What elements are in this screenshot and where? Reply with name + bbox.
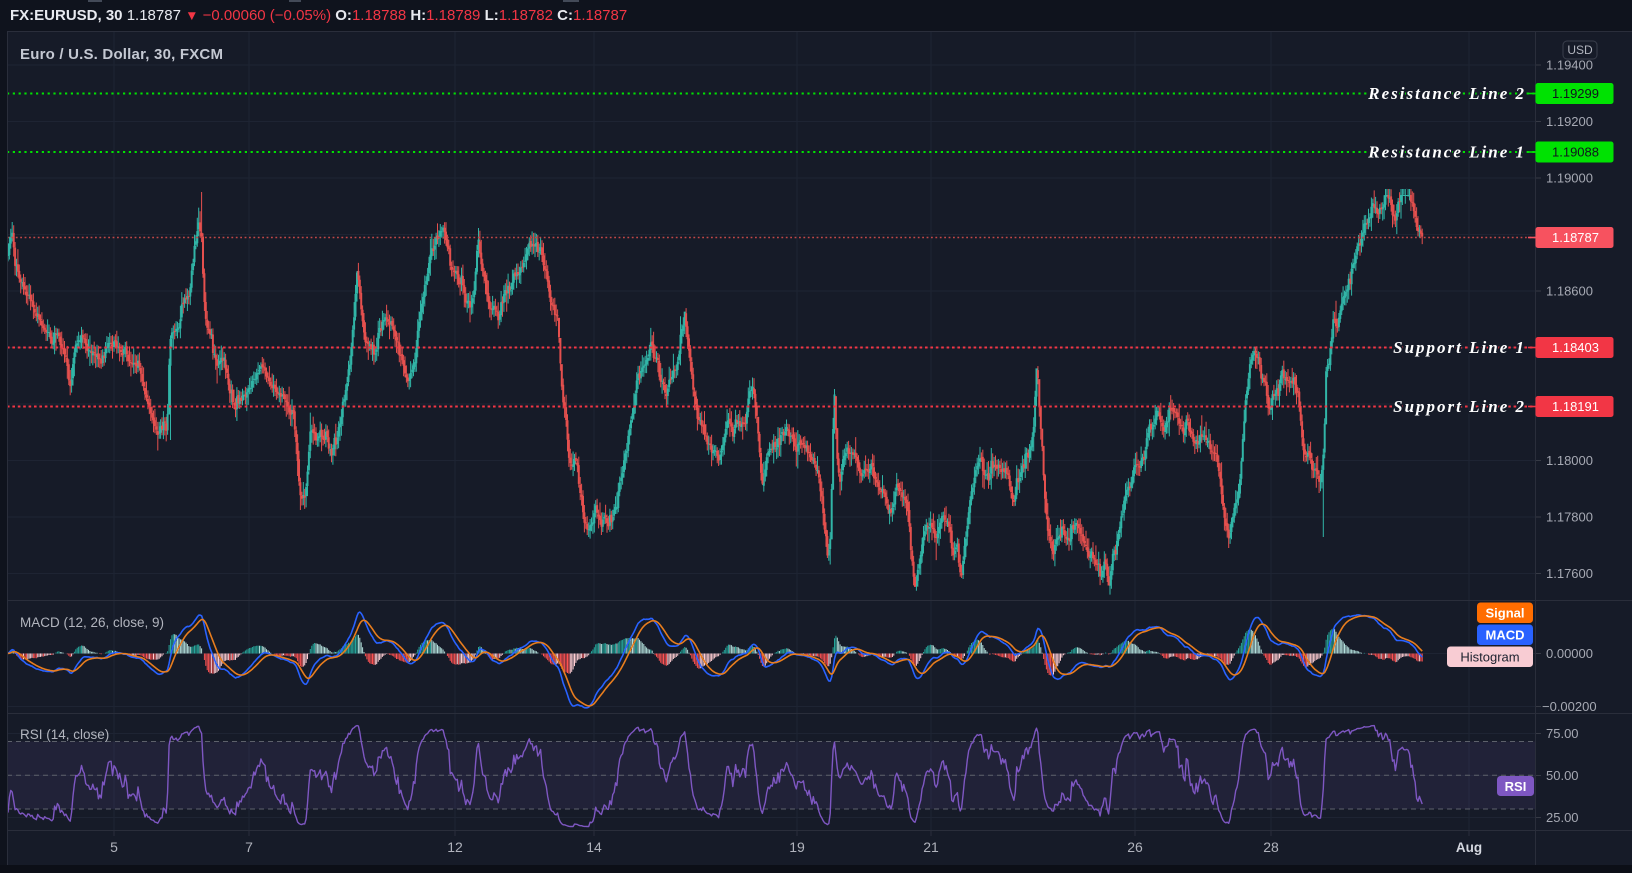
- svg-text:26: 26: [1127, 839, 1143, 855]
- svg-text:1.19000: 1.19000: [1546, 171, 1593, 186]
- svg-text:5: 5: [110, 839, 118, 855]
- svg-text:Signal: Signal: [1485, 606, 1524, 621]
- svg-text:19: 19: [789, 839, 805, 855]
- svg-text:75.00: 75.00: [1546, 726, 1579, 741]
- svg-text:28: 28: [1263, 839, 1279, 855]
- svg-text:MACD (12, 26, close, 9): MACD (12, 26, close, 9): [20, 615, 164, 630]
- svg-text:1.18600: 1.18600: [1546, 284, 1593, 299]
- svg-text:0.00000: 0.00000: [1546, 646, 1593, 661]
- svg-text:MACD: MACD: [1486, 628, 1525, 643]
- svg-text:FX:EURUSD, 30 1.18787 ▼ −0.000: FX:EURUSD, 30 1.18787 ▼ −0.00060 (−0.05%…: [10, 7, 627, 24]
- svg-text:1.18191: 1.18191: [1552, 399, 1599, 414]
- svg-text:14: 14: [586, 839, 602, 855]
- svg-text:1.18787: 1.18787: [1552, 230, 1599, 245]
- svg-text:Aug: Aug: [1456, 840, 1482, 855]
- svg-text:25.00: 25.00: [1546, 810, 1579, 825]
- svg-text:1.18000: 1.18000: [1546, 453, 1593, 468]
- svg-text:1.17800: 1.17800: [1546, 510, 1593, 525]
- svg-text:7: 7: [245, 839, 253, 855]
- svg-text:50.00: 50.00: [1546, 768, 1579, 783]
- svg-text:Resistance Line 2: Resistance Line 2: [1367, 84, 1526, 103]
- svg-text:1.19299: 1.19299: [1552, 86, 1599, 101]
- svg-text:−0.00200: −0.00200: [1542, 699, 1597, 714]
- svg-text:Support Line 1: Support Line 1: [1393, 338, 1526, 357]
- svg-text:RSI: RSI: [1505, 779, 1527, 794]
- svg-text:1.19088: 1.19088: [1552, 145, 1599, 160]
- svg-text:USD: USD: [1567, 43, 1593, 57]
- svg-text:Resistance Line 1: Resistance Line 1: [1367, 143, 1526, 162]
- svg-text:12: 12: [447, 839, 463, 855]
- svg-text:Euro / U.S. Dollar, 30, FXCM: Euro / U.S. Dollar, 30, FXCM: [20, 46, 223, 63]
- svg-text:Histogram: Histogram: [1460, 650, 1519, 665]
- svg-text:21: 21: [923, 839, 939, 855]
- svg-text:1.19200: 1.19200: [1546, 114, 1593, 129]
- svg-text:1.19400: 1.19400: [1546, 58, 1593, 73]
- svg-text:1.17600: 1.17600: [1546, 566, 1593, 581]
- svg-text:Support Line 2: Support Line 2: [1393, 397, 1526, 416]
- svg-text:1.18403: 1.18403: [1552, 340, 1599, 355]
- svg-text:RSI (14, close): RSI (14, close): [20, 727, 109, 742]
